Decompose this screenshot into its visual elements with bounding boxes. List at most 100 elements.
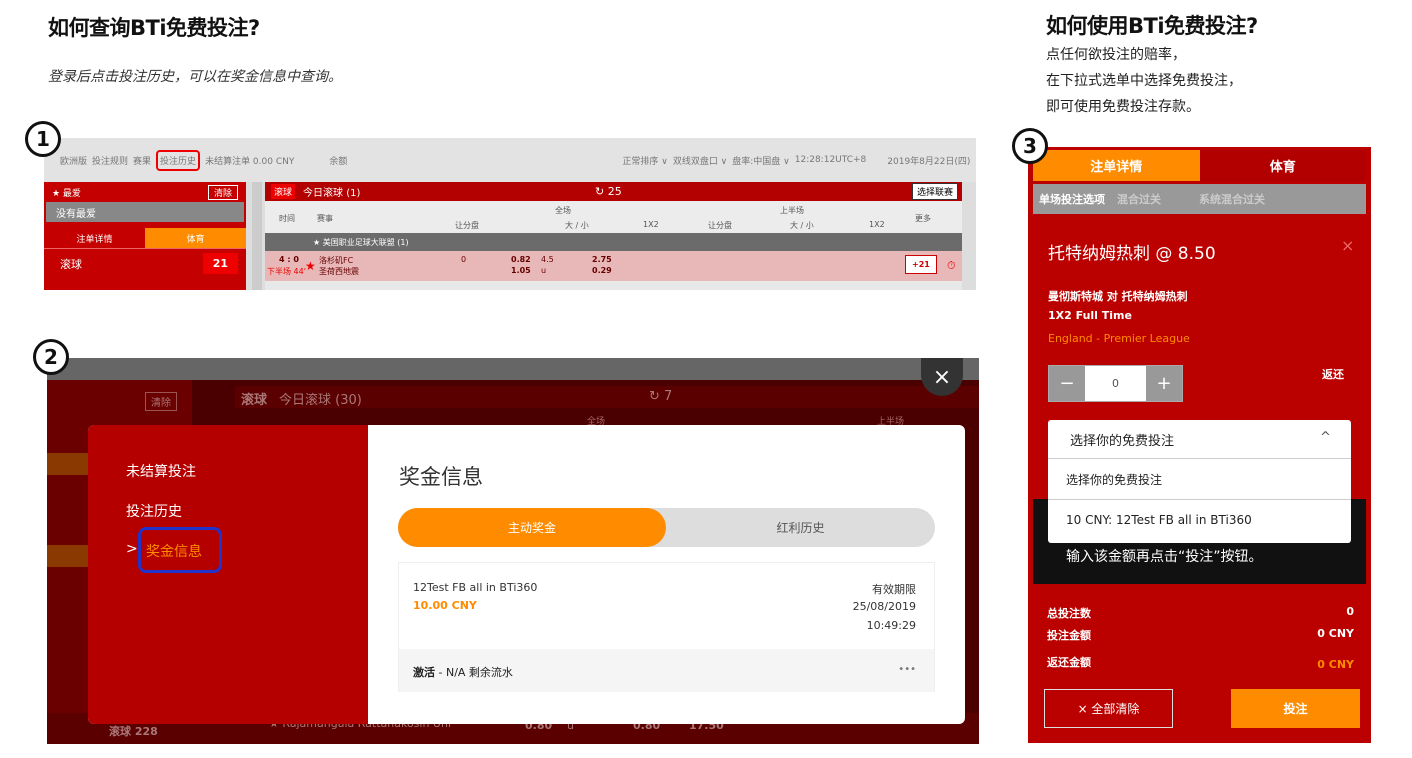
line: 4.5 xyxy=(541,255,554,264)
league-row[interactable]: ★ 美国职业足球大联盟 (1) xyxy=(265,233,962,251)
col-more: 更多 xyxy=(915,214,931,223)
top-nav: 欧洲版 投注规则 赛果 投注历史 未结算注单 0.00 CNY 余额 正常排序 … xyxy=(44,138,976,182)
right-heading: 如何使用BTi免费投注? xyxy=(1046,14,1258,38)
tab-sports[interactable]: 体育 xyxy=(145,228,246,248)
bg-live: 滚球 xyxy=(241,393,268,408)
right-instructions: 点任何欲投注的赔率， 在下拉式选单中选择免费投注， 即可使用免费投注存款。 xyxy=(1046,42,1242,120)
expiry-label: 有效期限 xyxy=(872,583,916,596)
sub-col: 1X2 xyxy=(869,220,885,229)
activate-label[interactable]: 激活 xyxy=(413,666,435,679)
dropdown-label[interactable]: 选择你的免费投注 xyxy=(1070,430,1174,449)
bonus-name: 12Test FB all in BTi360 xyxy=(413,581,538,594)
increment-button[interactable]: + xyxy=(1146,366,1182,401)
minute: 下半场 44' xyxy=(267,267,306,276)
scrollbar[interactable] xyxy=(252,182,262,290)
close-icon[interactable]: × xyxy=(1341,236,1354,255)
col-time: 时间 xyxy=(279,214,295,223)
sub-col: 大 / 小 xyxy=(565,221,589,230)
handicap: 0 xyxy=(461,255,467,264)
clear-button[interactable]: 清除 xyxy=(207,184,238,200)
odd[interactable]: 1.05 xyxy=(511,266,531,275)
nav-unsettled[interactable]: 未结算注单 0.00 CNY xyxy=(205,154,294,167)
tab-bonus-history[interactable]: 红利历史 xyxy=(666,508,935,547)
chevron-up-icon[interactable]: ^ xyxy=(1320,430,1331,445)
sub-col: 1X2 xyxy=(643,220,659,229)
live-table: 滚球 今日滚球 (1) ↻ 25 选择联赛 时间 赛事 全场 上半场 更多 让分… xyxy=(265,182,962,290)
step-3-badge: 3 xyxy=(1012,128,1048,164)
clear-all-button[interactable]: × 全部清除 xyxy=(1044,689,1173,728)
more-options-icon[interactable]: ••• xyxy=(898,664,916,675)
live-label[interactable]: 滚球 xyxy=(60,256,82,272)
subtab-system[interactable]: 系统混合过关 xyxy=(1193,191,1271,207)
activate-row: 激活 - N/A 剩余流水 ••• xyxy=(399,649,934,692)
dropdown-option[interactable]: 选择你的免费投注 xyxy=(1066,471,1162,488)
odd[interactable]: 2.75 xyxy=(592,255,612,264)
return-label: 返还 xyxy=(1322,368,1344,381)
nav-european[interactable]: 欧洲版 xyxy=(60,154,87,167)
live-count: 21 xyxy=(202,253,238,274)
more-markets-button[interactable]: +21 xyxy=(905,255,937,274)
sort-select[interactable]: 正常排序 ∨ xyxy=(622,154,667,167)
tab-bet-details[interactable]: 注单详情 xyxy=(44,228,145,248)
menu-bonus-info[interactable]: 奖金信息 xyxy=(146,541,202,561)
odd[interactable]: 0.82 xyxy=(511,255,531,264)
col-match: 赛事 xyxy=(317,214,333,223)
expiry-time: 10:49:29 xyxy=(866,619,916,632)
left-subtitle: 登录后点击投注历史，可以在奖金信息中查询。 xyxy=(48,69,342,85)
odds-select[interactable]: 盘率:中国盘 ∨ xyxy=(732,154,789,167)
nav-balance: 余额 xyxy=(329,156,348,167)
odd[interactable]: 0.29 xyxy=(592,266,612,275)
star-icon[interactable]: ★ xyxy=(305,259,316,273)
live-badge: 滚球 xyxy=(271,184,296,199)
step-2-badge: 2 xyxy=(33,339,69,375)
nav-results[interactable]: 赛果 xyxy=(133,154,151,167)
decrement-button[interactable]: − xyxy=(1049,366,1085,401)
stake-amount-value: 0 CNY xyxy=(1317,627,1354,640)
expiry-date: 25/08/2019 xyxy=(852,600,916,613)
tab-sports[interactable]: 体育 xyxy=(1199,150,1366,181)
modal-title: 奖金信息 xyxy=(399,465,483,489)
stake-input[interactable]: 0 xyxy=(1085,366,1146,401)
line-select[interactable]: 双线双盘口 ∨ xyxy=(673,154,727,167)
date-display: 2019年8月22日(四) xyxy=(887,156,971,167)
score: 4 : 0 xyxy=(279,255,299,264)
sub-col: 大 / 小 xyxy=(790,221,814,230)
chevron-right-icon: > xyxy=(126,541,138,557)
return-amount-label: 返还金额 xyxy=(1047,656,1091,669)
match-row[interactable]: 4 : 0 下半场 44' ★ 洛杉矶FC 圣荷西地震 0 0.82 4.5 2… xyxy=(265,251,962,281)
refresh-count[interactable]: ↻ 25 xyxy=(595,185,622,198)
tab-active-bonus[interactable]: 主动奖金 xyxy=(398,508,666,547)
col-half: 上半场 xyxy=(780,206,804,215)
bg-title: 今日滚球 (30) xyxy=(279,393,362,408)
menu-history[interactable]: 投注历史 xyxy=(126,501,182,521)
sidebar: ★ 最爱 清除 没有最爱 注单详情 体育 滚球 21 xyxy=(44,182,246,290)
bg-row: 滚球 228 xyxy=(109,725,158,738)
total-bets-value: 0 xyxy=(1346,605,1354,618)
refresh-number: 25 xyxy=(607,185,622,198)
favorites-title: ★ 最爱 xyxy=(52,188,81,199)
total-bets-label: 总投注数 xyxy=(1047,607,1091,620)
tab-bet-slip[interactable]: 注单详情 xyxy=(1033,150,1200,181)
menu-unsettled[interactable]: 未结算投注 xyxy=(126,461,196,481)
subtab-parlay[interactable]: 混合过关 xyxy=(1111,191,1167,207)
bonus-amount: 10.00 CNY xyxy=(413,599,477,612)
place-bet-button[interactable]: 投注 xyxy=(1231,689,1360,728)
team-home: 洛杉矶FC xyxy=(319,256,354,265)
step-1-badge: 1 xyxy=(25,121,61,157)
sub-col: 让分盘 xyxy=(708,221,732,230)
nav-rules[interactable]: 投注规则 xyxy=(92,154,128,167)
subtab-single[interactable]: 单场投注选项 xyxy=(1033,191,1111,207)
select-league-button[interactable]: 选择联赛 xyxy=(911,183,958,200)
time-display: 12:28:12UTC+8 xyxy=(794,155,867,165)
instruction-line: 点任何欲投注的赔率， xyxy=(1046,47,1186,63)
bonus-modal: 未结算投注 投注历史 > 奖金信息 奖金信息 主动奖金 红利历史 12Test … xyxy=(88,425,965,724)
bg-refresh-number: 7 xyxy=(664,389,673,404)
nav-bet-history[interactable]: 投注历史 xyxy=(156,149,201,171)
selection-title: 托特纳姆热刺 @ 8.50 xyxy=(1048,244,1216,264)
sub-col: 让分盘 xyxy=(455,221,479,230)
dropdown-option[interactable]: 10 CNY: 12Test FB all in BTi360 xyxy=(1066,513,1252,527)
free-bet-dropdown[interactable]: 选择你的免费投注 ^ 选择你的免费投注 10 CNY: 12Test FB al… xyxy=(1048,420,1351,543)
activate-rest: - N/A 剩余流水 xyxy=(435,666,513,679)
line: u xyxy=(541,266,547,275)
left-heading: 如何查询BTi免费投注? xyxy=(48,16,260,40)
